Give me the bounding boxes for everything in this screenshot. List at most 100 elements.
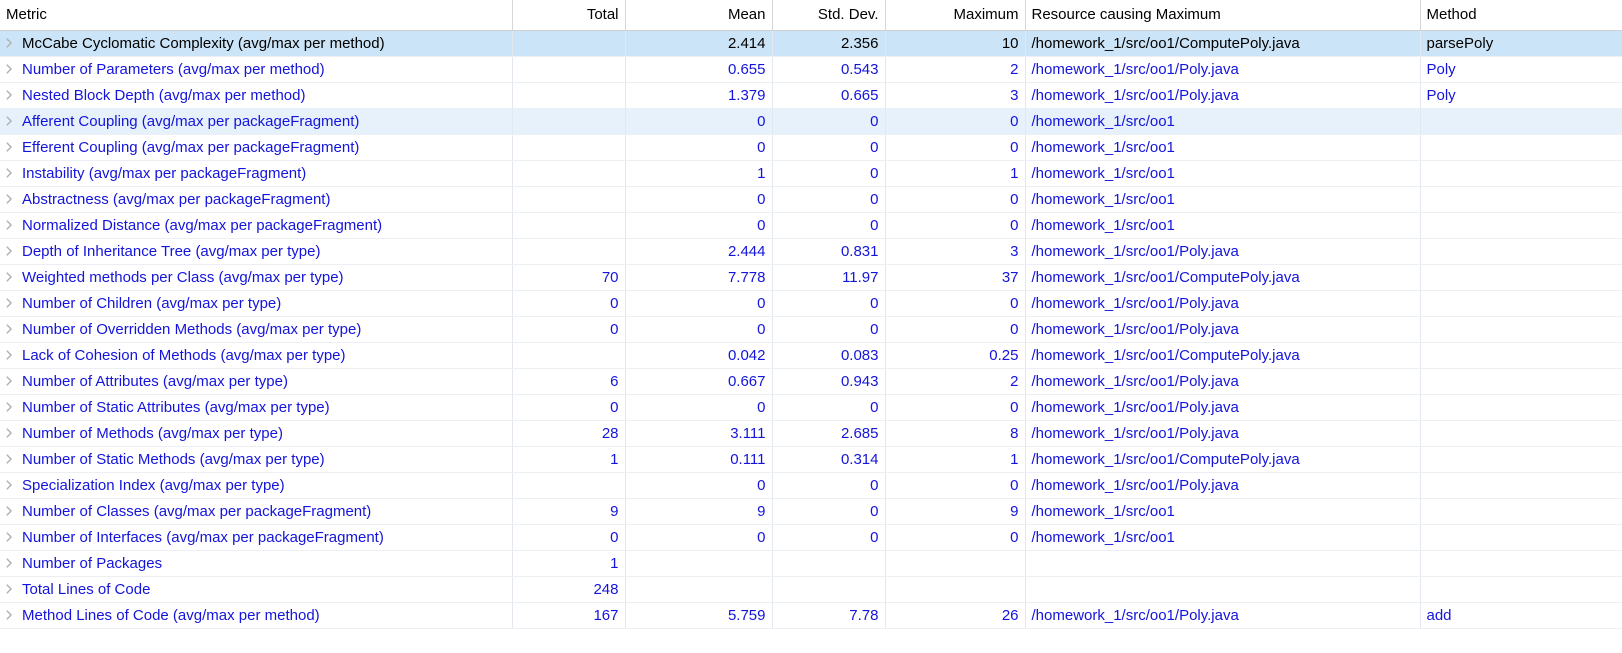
cell-stddev: 0 [772,108,886,135]
column-header-maximum[interactable]: Maximum [885,0,1026,31]
chevron-right-icon[interactable] [4,296,15,310]
table-row[interactable]: Number of Classes (avg/max per packageFr… [0,498,1622,525]
cell-metric[interactable]: Depth of Inheritance Tree (avg/max per t… [0,238,513,265]
column-header-total[interactable]: Total [512,0,626,31]
table-row[interactable]: Number of Interfaces (avg/max per packag… [0,524,1622,551]
table-body: McCabe Cyclomatic Complexity (avg/max pe… [0,30,1622,629]
column-header-metric[interactable]: Metric [0,0,513,31]
chevron-right-icon[interactable] [4,608,15,622]
chevron-right-icon[interactable] [4,114,15,128]
cell-metric[interactable]: Nested Block Depth (avg/max per method) [0,82,513,109]
chevron-right-icon[interactable] [4,348,15,362]
table-row[interactable]: Specialization Index (avg/max per type) 0… [0,472,1622,499]
chevron-right-icon[interactable] [4,218,15,232]
table-row[interactable]: Normalized Distance (avg/max per package… [0,212,1622,239]
cell-stddev: 0 [772,524,886,551]
cell-metric[interactable]: Number of Static Methods (avg/max per ty… [0,446,513,473]
chevron-right-icon[interactable] [4,62,15,76]
cell-maximum: 0 [885,186,1026,213]
table-row[interactable]: Instability (avg/max per packageFragment… [0,160,1622,187]
chevron-right-icon[interactable] [4,478,15,492]
table-row[interactable]: Method Lines of Code (avg/max per method… [0,602,1622,629]
table-row[interactable]: Number of Static Attributes (avg/max per… [0,394,1622,421]
table-row[interactable]: Number of Packages 1 [0,550,1622,577]
table-row[interactable]: Total Lines of Code 248 [0,576,1622,603]
chevron-right-icon[interactable] [4,582,15,596]
cell-resource: /homework_1/src/oo1/ComputePoly.java [1025,264,1421,291]
cell-mean: 2.444 [625,238,773,265]
cell-metric[interactable]: Lack of Cohesion of Methods (avg/max per… [0,342,513,369]
cell-metric[interactable]: Number of Children (avg/max per type) [0,290,513,317]
cell-resource: /homework_1/src/oo1/Poly.java [1025,368,1421,395]
table-row[interactable]: Number of Children (avg/max per type) 0 0 0… [0,290,1622,317]
cell-metric[interactable]: Number of Parameters (avg/max per method… [0,56,513,83]
table-row[interactable]: Lack of Cohesion of Methods (avg/max per… [0,342,1622,369]
chevron-right-icon[interactable] [4,88,15,102]
cell-metric[interactable]: Specialization Index (avg/max per type) [0,472,513,499]
cell-metric[interactable]: Number of Interfaces (avg/max per packag… [0,524,513,551]
chevron-right-icon[interactable] [4,452,15,466]
table-row[interactable]: Number of Overridden Methods (avg/max pe… [0,316,1622,343]
cell-metric[interactable]: Number of Attributes (avg/max per type) [0,368,513,395]
chevron-right-icon[interactable] [4,426,15,440]
chevron-right-icon[interactable] [4,400,15,414]
column-header-resource[interactable]: Resource causing Maximum [1025,0,1421,31]
table-row[interactable]: Number of Parameters (avg/max per method… [0,56,1622,83]
cell-metric[interactable]: Number of Classes (avg/max per packageFr… [0,498,513,525]
table-row[interactable]: Afferent Coupling (avg/max per packageFr… [0,108,1622,135]
cell-stddev: 0 [772,212,886,239]
metric-label: Method Lines of Code (avg/max per method… [22,606,320,624]
column-header-stddev[interactable]: Std. Dev. [772,0,886,31]
table-row[interactable]: Number of Attributes (avg/max per type) 6… [0,368,1622,395]
table-row[interactable]: Abstractness (avg/max per packageFragmen… [0,186,1622,213]
cell-total [512,108,626,135]
chevron-right-icon[interactable] [4,556,15,570]
cell-total: 248 [512,576,626,603]
chevron-right-icon[interactable] [4,244,15,258]
cell-mean: 5.759 [625,602,773,629]
chevron-right-icon[interactable] [4,36,15,50]
table-row[interactable]: Efferent Coupling (avg/max per packageFr… [0,134,1622,161]
cell-metric[interactable]: Number of Static Attributes (avg/max per… [0,394,513,421]
cell-total [512,342,626,369]
cell-resource: /homework_1/src/oo1 [1025,186,1421,213]
cell-metric[interactable]: Normalized Distance (avg/max per package… [0,212,513,239]
column-header-method[interactable]: Method [1420,0,1622,31]
cell-metric[interactable]: Total Lines of Code [0,576,513,603]
cell-total: 28 [512,420,626,447]
cell-metric[interactable]: Number of Methods (avg/max per type) [0,420,513,447]
cell-total: 0 [512,524,626,551]
cell-metric[interactable]: Weighted methods per Class (avg/max per … [0,264,513,291]
cell-resource: /homework_1/src/oo1/Poly.java [1025,316,1421,343]
chevron-right-icon[interactable] [4,192,15,206]
cell-metric[interactable]: Method Lines of Code (avg/max per method… [0,602,513,629]
cell-total [512,238,626,265]
cell-metric[interactable]: McCabe Cyclomatic Complexity (avg/max pe… [0,30,513,57]
metric-label: Lack of Cohesion of Methods (avg/max per… [22,346,346,364]
cell-metric[interactable]: Instability (avg/max per packageFragment… [0,160,513,187]
chevron-right-icon[interactable] [4,530,15,544]
chevron-right-icon[interactable] [4,322,15,336]
cell-metric[interactable]: Abstractness (avg/max per packageFragmen… [0,186,513,213]
table-row[interactable]: Number of Static Methods (avg/max per ty… [0,446,1622,473]
table-row[interactable]: Nested Block Depth (avg/max per method) 1… [0,82,1622,109]
cell-mean: 0 [625,394,773,421]
cell-mean: 7.778 [625,264,773,291]
chevron-right-icon[interactable] [4,504,15,518]
chevron-right-icon[interactable] [4,166,15,180]
table-row[interactable]: Weighted methods per Class (avg/max per … [0,264,1622,291]
cell-mean: 0.042 [625,342,773,369]
chevron-right-icon[interactable] [4,270,15,284]
column-header-mean[interactable]: Mean [625,0,773,31]
cell-resource: /homework_1/src/oo1 [1025,524,1421,551]
cell-metric[interactable]: Number of Packages [0,550,513,577]
cell-metric[interactable]: Efferent Coupling (avg/max per packageFr… [0,134,513,161]
chevron-right-icon[interactable] [4,140,15,154]
cell-total: 70 [512,264,626,291]
table-row[interactable]: McCabe Cyclomatic Complexity (avg/max pe… [0,30,1622,57]
cell-metric[interactable]: Afferent Coupling (avg/max per packageFr… [0,108,513,135]
chevron-right-icon[interactable] [4,374,15,388]
table-row[interactable]: Number of Methods (avg/max per type) 28 3.… [0,420,1622,447]
table-row[interactable]: Depth of Inheritance Tree (avg/max per t… [0,238,1622,265]
cell-metric[interactable]: Number of Overridden Methods (avg/max pe… [0,316,513,343]
